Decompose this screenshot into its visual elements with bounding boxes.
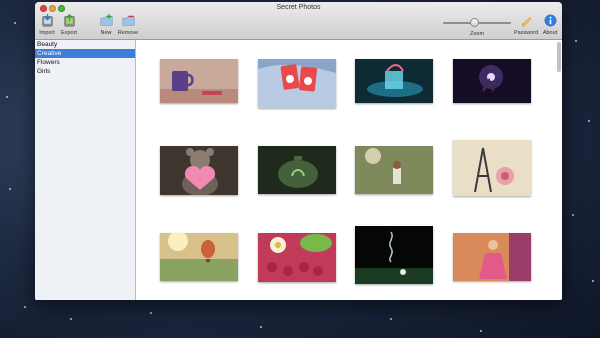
photo-thumbnail-eiffel-rose[interactable] (453, 140, 531, 196)
photo-grid (137, 40, 562, 300)
sidebar-item-flowers[interactable]: Flowers (35, 58, 135, 67)
import-label: Import (39, 30, 55, 36)
app-window: Secret Photos Import Export New Remove Z… (35, 2, 562, 300)
new-folder-icon (100, 14, 112, 26)
new-album-button[interactable]: New (94, 14, 118, 36)
titlebar: Secret Photos Import Export New Remove Z… (35, 2, 562, 40)
album-sidebar: Beauty Creative Flowers Girls (35, 40, 136, 300)
info-icon (544, 14, 556, 27)
photo-thumbnail-cards[interactable] (258, 59, 336, 108)
remove-label: Remove (117, 30, 139, 36)
photo-thumbnail-glowing-hands[interactable] (453, 59, 531, 103)
export-icon (63, 14, 75, 27)
zoom-slider-knob[interactable] (470, 18, 479, 27)
vertical-scrollbar[interactable] (557, 42, 561, 72)
about-label: About (542, 30, 558, 36)
about-button[interactable]: About (538, 14, 562, 36)
import-button[interactable]: Import (35, 14, 59, 36)
remove-folder-icon (122, 15, 134, 26)
photo-thumbnail-raspberries[interactable] (258, 233, 336, 282)
photo-thumbnail-glow-cube[interactable] (355, 59, 433, 103)
photo-thumbnail-teddy-bear[interactable] (160, 146, 238, 195)
zoom-label: Zoom (469, 31, 485, 37)
import-icon (41, 14, 53, 27)
photo-thumbnail-teapot[interactable] (258, 146, 336, 194)
window-title: Secret Photos (276, 4, 321, 11)
pencil-icon (521, 16, 532, 27)
password-label: Password (514, 30, 539, 36)
export-button[interactable]: Export (57, 14, 81, 36)
new-label: New (100, 30, 112, 36)
photo-thumbnail-hot-air-balloon[interactable] (160, 233, 238, 281)
sidebar-item-creative[interactable]: Creative (35, 49, 135, 58)
photo-thumbnail-smoke-billiard[interactable] (355, 226, 433, 284)
photo-thumbnail-girl-pink-dress[interactable] (453, 233, 531, 281)
thumb-7-bg (453, 140, 531, 196)
photo-thumbnail-mug[interactable] (160, 59, 238, 103)
password-button[interactable]: Password (514, 14, 538, 36)
export-label: Export (61, 30, 77, 36)
photo-thumbnail-child-field[interactable] (355, 146, 433, 194)
sidebar-item-girls[interactable]: Girls (35, 67, 135, 76)
remove-album-button[interactable]: Remove (116, 14, 140, 36)
zoom-control: Zoom (443, 16, 511, 38)
sidebar-item-beauty[interactable]: Beauty (35, 40, 135, 49)
